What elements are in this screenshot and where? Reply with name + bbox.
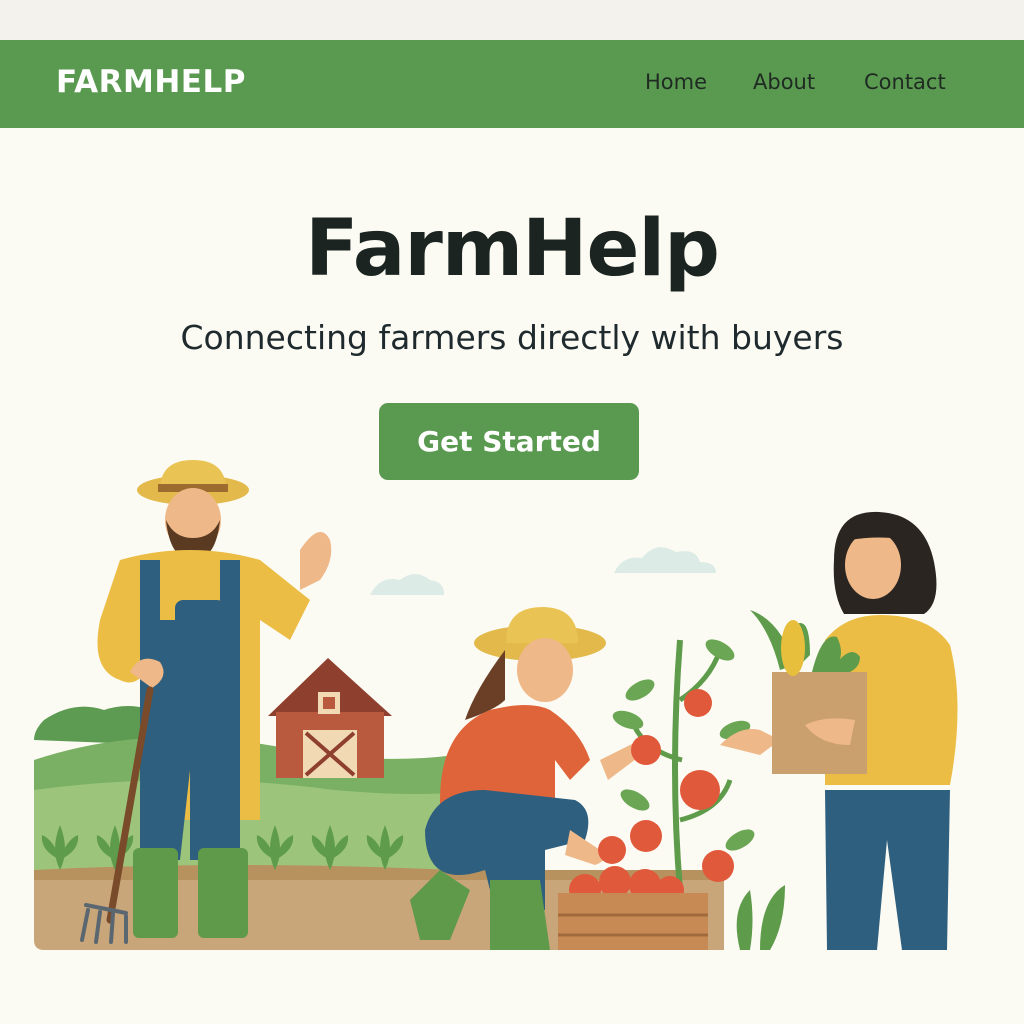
barn-illustration bbox=[268, 658, 392, 778]
navbar: FARMHELP Home About Contact bbox=[0, 40, 1024, 128]
brand-logo[interactable]: FARMHELP bbox=[56, 64, 246, 100]
buyer-woman-illustration bbox=[720, 511, 958, 950]
nav-link-home[interactable]: Home bbox=[645, 70, 707, 94]
hero-subtitle: Connecting farmers directly with buyers bbox=[180, 318, 844, 357]
page: FARMHELP Home About Contact FarmHelp Con… bbox=[0, 0, 1024, 1024]
browser-top-strip bbox=[0, 0, 1024, 40]
nav-link-contact[interactable]: Contact bbox=[864, 70, 946, 94]
tomato-plant-illustration bbox=[558, 639, 785, 950]
cloud-icon bbox=[370, 547, 716, 595]
hero-illustration bbox=[34, 460, 958, 950]
nav-link-about[interactable]: About bbox=[753, 70, 815, 94]
hero-title: FarmHelp bbox=[305, 204, 720, 294]
